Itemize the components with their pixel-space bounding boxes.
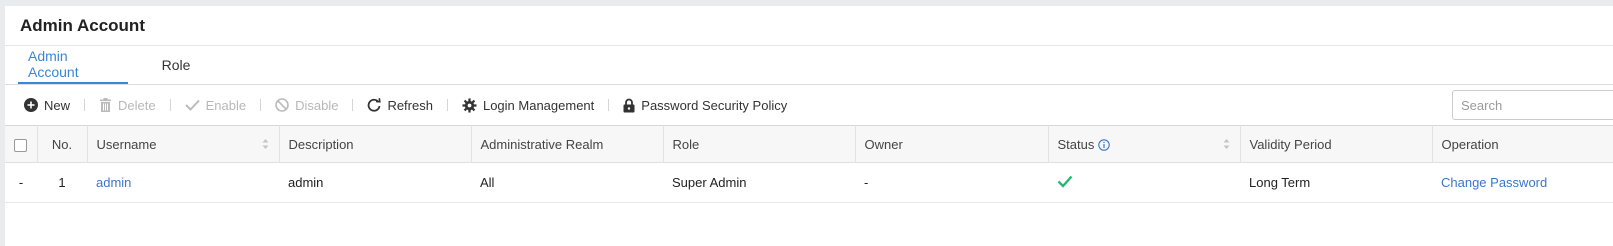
column-header-no: No. [37,125,88,163]
page-title: Admin Account [20,15,145,35]
table-header-row: No. Username Description Administrative … [5,125,1613,163]
column-header-description: Description [279,125,472,163]
tab-admin-account[interactable]: Admin Account [18,46,128,84]
row-expand-toggle[interactable]: - [5,163,37,203]
toolbar-divider [446,99,448,111]
search-input[interactable] [1452,90,1613,120]
info-icon[interactable] [1098,138,1111,151]
lock-icon [623,98,635,112]
username-link[interactable]: admin [87,163,279,203]
title-bar: Admin Account [5,6,1613,46]
column-header-owner: Owner [855,125,1049,163]
row-status [1048,163,1240,203]
admin-account-panel: Admin Account Admin Account Role New Del… [5,6,1613,246]
admin-account-table: No. Username Description Administrative … [5,125,1613,203]
check-icon [1057,175,1073,188]
sort-icon [262,139,268,149]
table-row: - 1 admin admin All Super Admin - Long T… [5,163,1613,203]
select-all-checkbox[interactable] [14,138,28,152]
column-header-validity-period: Validity Period [1240,125,1433,163]
sort-icon [1223,139,1229,149]
password-security-policy-label: Password Security Policy [641,97,788,113]
change-password-link[interactable]: Change Password [1432,163,1613,203]
tab-bar: Admin Account Role [5,46,1613,85]
column-header-role: Role [663,125,856,163]
column-header-realm: Administrative Realm [471,125,664,163]
column-header-status[interactable]: Status [1048,125,1241,163]
login-management-label: Login Management [482,97,595,113]
select-all-cell [5,125,38,163]
row-realm: All [480,175,495,190]
toolbar-divider [260,99,262,111]
row-validity-period: Long Term [1249,175,1311,190]
delete-button[interactable]: Delete [93,93,162,117]
row-owner: - [864,175,869,190]
row-description: admin [288,175,324,190]
username-header-label: Username [96,136,157,152]
row-no: 1 [58,175,66,190]
toolbar-divider [84,99,86,111]
enable-label: Enable [205,97,247,113]
disable-button[interactable]: Disable [269,93,344,117]
password-security-policy-button[interactable]: Password Security Policy [617,93,793,117]
enable-button[interactable]: Enable [179,93,252,117]
status-header-label: Status [1057,136,1095,152]
refresh-label: Refresh [387,97,433,113]
row-role: Super Admin [672,175,747,190]
ban-icon [275,98,289,112]
login-management-button[interactable]: Login Management [456,93,600,117]
refresh-button[interactable]: Refresh [361,93,439,117]
tab-role[interactable]: Role [144,46,208,84]
gear-icon [462,97,477,113]
trash-icon [100,98,112,112]
toolbar-divider [352,99,354,111]
delete-label: Delete [118,97,156,113]
check-icon [184,99,200,111]
disable-label: Disable [295,97,339,113]
toolbar-divider [608,99,610,111]
toolbar-divider [169,99,171,111]
new-button[interactable]: New [18,93,76,117]
plus-circle-icon [24,98,38,112]
new-label: New [44,97,71,113]
column-header-operation: Operation [1432,125,1613,163]
refresh-icon [368,98,382,112]
column-header-username[interactable]: Username [87,125,280,163]
toolbar: New Delete Enable Disable Refresh Login … [5,85,1613,125]
